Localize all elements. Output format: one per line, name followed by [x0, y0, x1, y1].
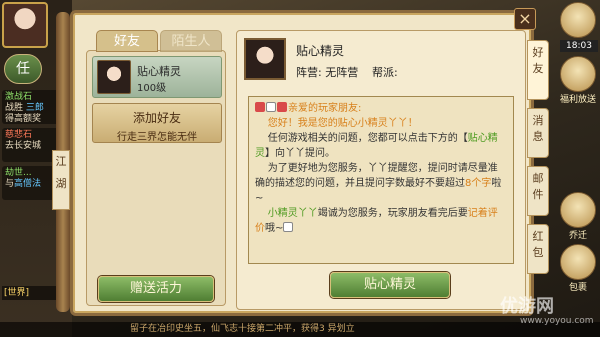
- close-icon[interactable]: ×: [514, 8, 536, 30]
- npc-name: 贴心精灵: [296, 44, 345, 58]
- tab-friends[interactable]: 好友: [96, 30, 158, 52]
- friend-name: 贴心精灵: [137, 65, 181, 78]
- message-box: 亲爱的玩家朋友: 您好！我是您的贴心小精灵丫丫！ 任何游戏相关的问题，您都可以点…: [248, 96, 514, 264]
- emoji-icon: [266, 102, 276, 112]
- task-button[interactable]: 任: [4, 54, 42, 84]
- npc-avatar: [244, 38, 286, 80]
- watermark: 优游网: [500, 296, 554, 317]
- emoji-icon: [277, 102, 287, 112]
- welfare-label: 福利放送: [559, 95, 596, 105]
- welfare-icon[interactable]: [560, 56, 596, 92]
- npc-camp: 阵营: 无阵营: [296, 66, 359, 79]
- helper-elf-button[interactable]: 贴心精灵: [330, 272, 450, 298]
- npc-clan: 帮派:: [372, 66, 398, 79]
- vtab-redpacket[interactable]: 红包: [527, 224, 549, 274]
- emoji-icon: [255, 102, 265, 112]
- clock: 18:03: [560, 40, 598, 52]
- gift-energy-button[interactable]: 赠送活力: [98, 276, 214, 302]
- quest-item[interactable]: 激战石 战胜 三郎 得高额奖: [2, 90, 64, 124]
- add-friend-title: 添加好友: [132, 111, 181, 125]
- add-friend-subtitle: 行走三界怎能无伴: [117, 132, 197, 143]
- emoji-icon: [283, 222, 294, 232]
- fight-icon[interactable]: [560, 192, 596, 228]
- watermark-url: www.yoyou.com: [520, 316, 594, 326]
- friend-level: 100级: [137, 83, 167, 94]
- bag-label: 包裹: [568, 283, 587, 293]
- fight-label: 乔迁: [568, 231, 587, 241]
- tab-strangers[interactable]: 陌生人: [160, 30, 222, 52]
- vtab-friends[interactable]: 好友: [527, 40, 549, 100]
- bottom-chat-bar[interactable]: 留子在冶印史坐五，仙飞志十接第二冲平，获得3 异划立: [0, 322, 600, 337]
- add-friend-button[interactable]: 添加好友 行走三界怎能无伴: [92, 103, 222, 143]
- side-label-jianghu[interactable]: 江湖: [52, 150, 70, 210]
- pagoda-icon[interactable]: [560, 2, 596, 38]
- vtab-mail[interactable]: 邮件: [527, 166, 549, 216]
- player-avatar[interactable]: [2, 2, 48, 48]
- friend-avatar: [97, 60, 131, 94]
- friend-list-item[interactable]: 贴心精灵 100级: [92, 56, 222, 98]
- vtab-messages[interactable]: 消息: [527, 108, 549, 158]
- bag-icon[interactable]: [560, 244, 596, 280]
